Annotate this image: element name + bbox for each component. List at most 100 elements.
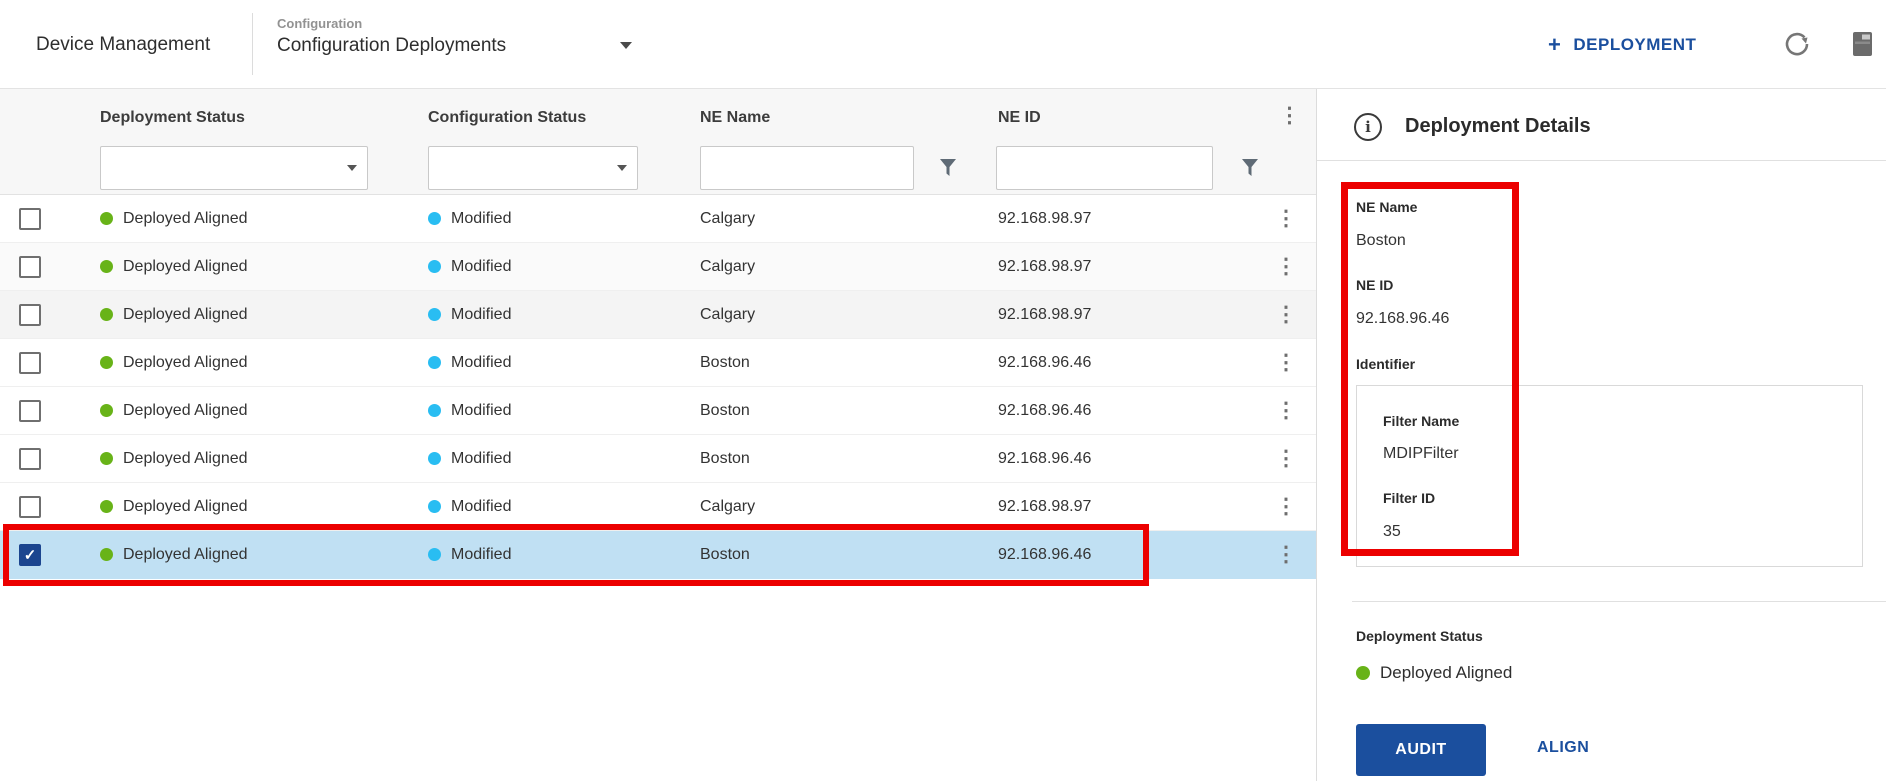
table-row[interactable]: Deployed Aligned Modified Calgary 92.168… xyxy=(0,291,1316,339)
table-row[interactable]: Deployed Aligned Modified Boston 92.168.… xyxy=(0,339,1316,387)
table-row[interactable]: Deployed Aligned Modified Calgary 92.168… xyxy=(0,243,1316,291)
row-menu-button[interactable]: ⋮ xyxy=(1276,208,1297,229)
filter-name-value: MDIPFilter xyxy=(1383,444,1459,464)
table-row[interactable]: Deployed Aligned Modified Calgary 92.168… xyxy=(0,483,1316,531)
deployments-table: Deployment Status Configuration Status N… xyxy=(0,89,1316,781)
audit-button[interactable]: AUDIT xyxy=(1356,724,1486,776)
ne-name-value: Calgary xyxy=(700,210,998,228)
configuration-status-value: Modified xyxy=(451,306,511,324)
ne-name-value: Boston xyxy=(700,402,998,420)
identifier-label: Identifier xyxy=(1356,354,1415,374)
configuration-status-value: Modified xyxy=(451,354,511,372)
view-switcher-caret-icon[interactable] xyxy=(620,42,632,49)
chevron-down-icon xyxy=(347,165,357,171)
column-header-ne-name[interactable]: NE Name xyxy=(700,107,770,129)
app-title: Device Management xyxy=(36,0,210,89)
ne-id-value: 92.168.98.97 xyxy=(998,306,1256,324)
ne-name-label: NE Name xyxy=(1356,197,1417,217)
panel-divider xyxy=(1352,601,1886,602)
column-header-configuration-status[interactable]: Configuration Status xyxy=(428,107,586,129)
table-header: Deployment Status Configuration Status N… xyxy=(0,89,1316,195)
align-button[interactable]: ALIGN xyxy=(1531,738,1595,758)
deployment-status-dot-icon xyxy=(100,308,113,321)
row-menu-button[interactable]: ⋮ xyxy=(1276,304,1297,325)
row-menu-button[interactable]: ⋮ xyxy=(1276,496,1297,517)
ne-id-value: 92.168.98.97 xyxy=(998,258,1256,276)
configuration-status-dot-icon xyxy=(428,500,441,513)
deployment-status-value: Deployed Aligned xyxy=(123,354,248,372)
filter-funnel-icon xyxy=(1240,157,1260,179)
add-deployment-button[interactable]: + DEPLOYMENT xyxy=(1548,0,1696,89)
table-row[interactable]: Deployed Aligned Modified Boston 92.168.… xyxy=(0,387,1316,435)
deployment-status-value: Deployed Aligned xyxy=(123,546,248,564)
ne-id-value: 92.168.96.46 xyxy=(998,546,1256,564)
row-checkbox[interactable] xyxy=(19,352,41,374)
view-group-label: Configuration xyxy=(277,15,506,33)
ne-id-filter-input[interactable] xyxy=(996,146,1213,190)
row-checkbox[interactable] xyxy=(19,304,41,326)
column-header-deployment-status[interactable]: Deployment Status xyxy=(100,107,245,129)
filter-name-label: Filter Name xyxy=(1383,411,1459,431)
row-checkbox[interactable] xyxy=(19,496,41,518)
ne-id-filter-button[interactable] xyxy=(1240,157,1260,179)
filter-funnel-icon xyxy=(938,157,958,179)
deployment-status-label: Deployment Status xyxy=(1356,626,1483,646)
ne-id-value: 92.168.96.46 xyxy=(998,354,1256,372)
ne-name-value: Calgary xyxy=(700,498,998,516)
ne-id-value: 92.168.96.46 xyxy=(1356,309,1449,329)
filter-id-value: 35 xyxy=(1383,522,1401,542)
deployment-status-value: Deployed Aligned xyxy=(123,306,248,324)
row-menu-button[interactable]: ⋮ xyxy=(1276,400,1297,421)
column-settings-button[interactable]: ⋮ xyxy=(1279,105,1300,126)
table-row[interactable]: ✓ Deployed Aligned Modified Boston 92.16… xyxy=(0,531,1316,579)
configuration-status-value: Modified xyxy=(451,498,511,516)
row-menu-button[interactable]: ⋮ xyxy=(1276,256,1297,277)
panel-divider xyxy=(1317,160,1886,161)
refresh-button[interactable] xyxy=(1782,29,1812,59)
row-menu-button[interactable]: ⋮ xyxy=(1276,544,1297,565)
view-switcher[interactable]: Configuration Configuration Deployments xyxy=(277,15,506,59)
view-name: Configuration Deployments xyxy=(277,33,506,59)
ne-name-value: Boston xyxy=(700,354,998,372)
configuration-status-dot-icon xyxy=(428,308,441,321)
ne-name-filter-button[interactable] xyxy=(938,157,958,179)
filter-id-label: Filter ID xyxy=(1383,488,1435,508)
configuration-status-filter[interactable] xyxy=(428,146,638,190)
configuration-status-value: Modified xyxy=(451,402,511,420)
table-row[interactable]: Deployed Aligned Modified Boston 92.168.… xyxy=(0,435,1316,483)
ne-name-value: Boston xyxy=(1356,231,1406,251)
topbar-divider xyxy=(252,13,253,75)
deployment-status-value: Deployed Aligned xyxy=(123,210,248,228)
configuration-status-dot-icon xyxy=(428,356,441,369)
configuration-status-dot-icon xyxy=(428,404,441,417)
configuration-status-dot-icon xyxy=(428,212,441,225)
row-checkbox[interactable] xyxy=(19,400,41,422)
ne-id-value: 92.168.98.97 xyxy=(998,498,1256,516)
plus-icon: + xyxy=(1548,34,1561,56)
deployment-status-value: Deployed Aligned xyxy=(123,258,248,276)
ne-name-filter-input[interactable] xyxy=(700,146,914,190)
configuration-status-value: Modified xyxy=(451,258,511,276)
configuration-status-value: Modified xyxy=(451,450,511,468)
configuration-status-dot-icon xyxy=(428,452,441,465)
row-checkbox[interactable] xyxy=(19,448,41,470)
deployment-status-dot-icon xyxy=(100,212,113,225)
deployment-status-filter[interactable] xyxy=(100,146,368,190)
deployment-status-dot-icon xyxy=(100,548,113,561)
ne-name-value: Boston xyxy=(700,450,998,468)
deployment-status-dot-icon xyxy=(100,500,113,513)
add-deployment-label: DEPLOYMENT xyxy=(1573,35,1696,55)
row-menu-button[interactable]: ⋮ xyxy=(1276,352,1297,373)
chevron-down-icon xyxy=(617,165,627,171)
table-body: Deployed Aligned Modified Calgary 92.168… xyxy=(0,195,1316,579)
ne-name-value: Boston xyxy=(700,546,998,564)
column-header-ne-id[interactable]: NE ID xyxy=(998,107,1041,129)
row-checkbox[interactable] xyxy=(19,256,41,278)
row-checkbox[interactable]: ✓ xyxy=(19,544,41,566)
deployment-status-dot-icon xyxy=(100,452,113,465)
row-menu-button[interactable]: ⋮ xyxy=(1276,448,1297,469)
row-checkbox[interactable] xyxy=(19,208,41,230)
panel-toggle-button[interactable] xyxy=(1847,29,1877,59)
table-row[interactable]: Deployed Aligned Modified Calgary 92.168… xyxy=(0,195,1316,243)
configuration-status-dot-icon xyxy=(428,260,441,273)
